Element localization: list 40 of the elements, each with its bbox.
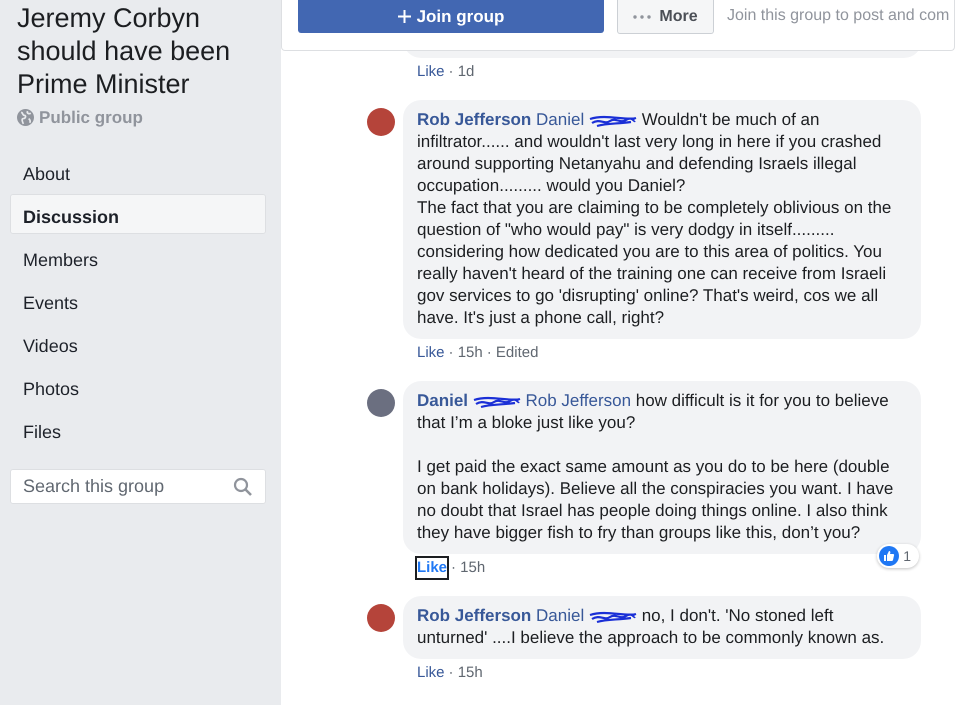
thumbs-up-icon (879, 546, 900, 566)
comment-author-link[interactable]: Rob Jefferson (417, 110, 532, 129)
sidebar-nav-item[interactable]: Members (10, 236, 266, 276)
comment-meta: · Edited (486, 343, 538, 363)
more-button[interactable]: More (617, 0, 714, 34)
sidebar-nav-item[interactable]: Events (10, 280, 266, 320)
search-icon (233, 476, 253, 496)
privacy-label: Public group (39, 107, 143, 129)
comment-meta: · 1d (448, 62, 474, 82)
join-group-button[interactable]: Join group (298, 0, 604, 33)
sidebar-nav-item[interactable]: About (10, 150, 266, 190)
comment-author-link[interactable]: Rob Jefferson (417, 606, 532, 625)
comment-author-link[interactable]: Daniel (417, 391, 468, 410)
sidebar-nav-item[interactable]: Videos (10, 322, 266, 362)
comment-meta: · 15h (451, 558, 486, 578)
like-link[interactable]: Like (417, 343, 445, 363)
group-title: Jeremy Corbyn should have been Prime Minister (16, 2, 232, 101)
avatar[interactable] (367, 389, 395, 417)
ellipsis-icon (633, 14, 652, 18)
globe-icon (17, 109, 34, 126)
sidebar-nav-item[interactable]: Files (10, 408, 266, 448)
like-link[interactable]: Like (417, 558, 448, 578)
join-notice: Join this group to post and com (727, 6, 950, 26)
reaction-count[interactable]: 1 (877, 544, 919, 568)
comment-meta: · 15h (448, 343, 483, 363)
mention-link[interactable]: Daniel (536, 110, 584, 129)
avatar[interactable] (367, 108, 395, 136)
like-link[interactable]: Like (417, 663, 445, 683)
like-link[interactable]: Like (417, 62, 445, 82)
mention-link[interactable]: Daniel (536, 606, 584, 625)
sidebar-nav-item[interactable]: Photos (10, 366, 266, 406)
mention-link[interactable]: Rob Jefferson (526, 391, 632, 410)
sidebar-nav-item[interactable]: Discussion (10, 194, 266, 234)
avatar[interactable] (367, 604, 395, 632)
comment-text: Daniel Rob Jefferson how difficult is it for you to believe that I’m a bloke just like you? I get paid the exact same amount as you do to be here (double on bank holidays). Believe all the conspiracies you want. I have no doubt that Israel has people doing things online. I also think they have bigger fish to fry than groups like this, don’t you? (417, 391, 894, 542)
search-field[interactable]: Search this group (10, 468, 266, 504)
comment-text: Rob Jefferson Daniel no, I don't. 'No stoned left unturned' ....I believe the approach to be commonly known as. (417, 606, 884, 647)
plus-icon (398, 10, 411, 23)
comment-text: Rob Jefferson Daniel Wouldn't be much of an infiltrator...... and wouldn't last very long in here if you crashed around supporting Netanyahu and defending Israels illegal occupation......... would you Daniel? The fact that you are claiming to be completely oblivious on the question of "who would pay" is very dodgy in itself......... considering how dedicated you are to this area of politics. You really haven't heard of the training one can receive from Israeli gov services to go 'disrupting' online? That's weird, cos we all have. It's just a phone call, right? (417, 110, 892, 327)
comment-meta: · 15h (448, 663, 483, 683)
